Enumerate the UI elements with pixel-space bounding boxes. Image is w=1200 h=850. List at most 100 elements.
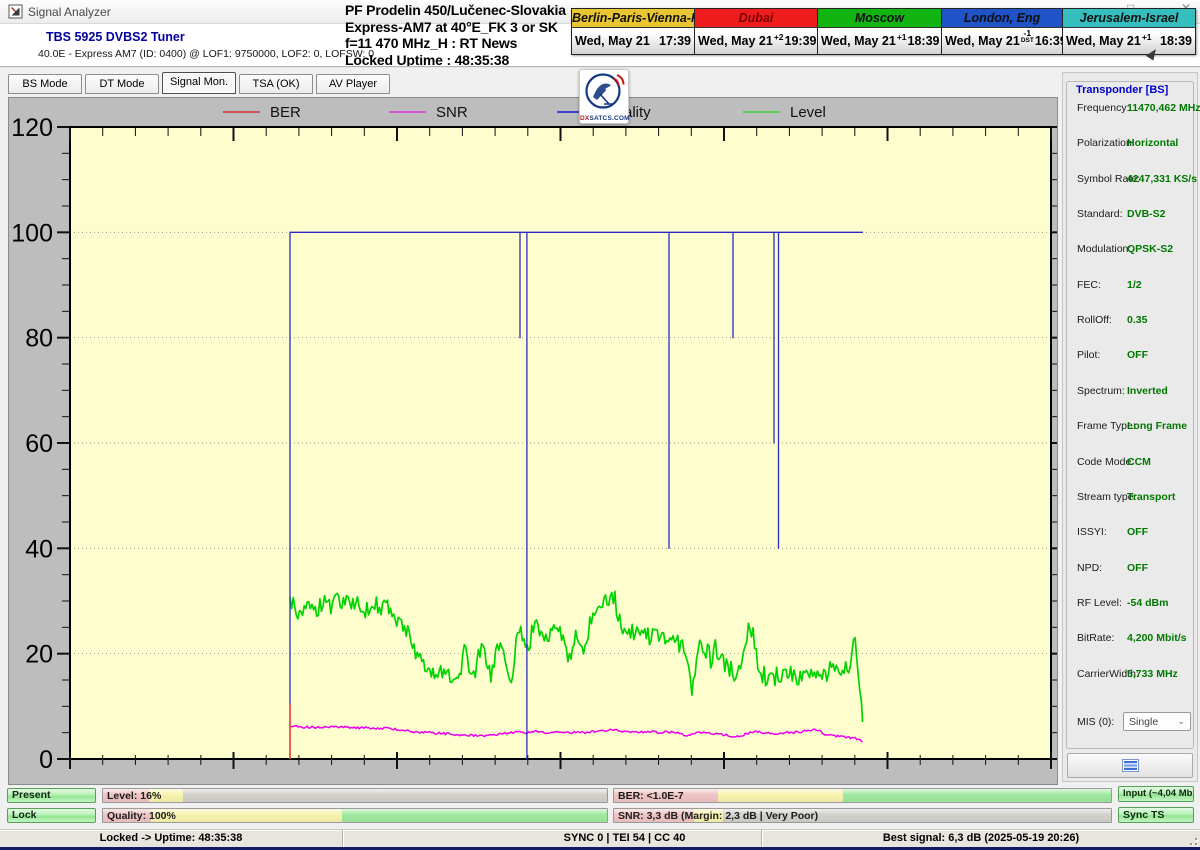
- legend-item-snr: SNR: [389, 103, 468, 121]
- world-clocks: Berlin-Paris-Vienna-RomaWed, May 2117:39…: [571, 8, 1196, 55]
- clock-city-label: Dubai: [695, 9, 817, 28]
- tp-row-label: Pilot:: [1077, 349, 1100, 361]
- tp-row-label: ISSYI:: [1077, 526, 1107, 538]
- input-bitrate-button[interactable]: Input (~4,04 Mbps): [1118, 786, 1194, 802]
- tp-row-value: QPSK-S2: [1127, 243, 1173, 255]
- app-icon: [8, 4, 23, 19]
- tp-row-value: DVB-S2: [1127, 208, 1166, 220]
- svg-text:80: 80: [25, 325, 53, 353]
- tp-row-value: Horizontal: [1127, 137, 1178, 149]
- logo-text: DXSATCS.COM: [580, 115, 628, 122]
- lock-indicator-button[interactable]: Lock: [7, 808, 96, 823]
- clock-berlin-paris-vienna-roma: Berlin-Paris-Vienna-RomaWed, May 2117:39: [572, 9, 694, 54]
- tuner-title: TBS 5925 DVBS2 Tuner: [46, 30, 185, 44]
- level-bar: Level: 16%: [102, 788, 608, 803]
- ber-bar-label: BER: <1.0E-7: [618, 789, 684, 803]
- clock-utc-offset: +1: [1142, 33, 1152, 41]
- signal-chart-panel: 020406080100120 BERSNRQualityLevel: [8, 97, 1058, 785]
- snr-bar-label: SNR: 3,3 dB (Margin: 2,3 dB | Very Poor): [618, 809, 818, 823]
- clock-utc-offset: -1DST: [1021, 29, 1034, 45]
- clock-city-label: London, Eng: [942, 9, 1062, 28]
- clock-utc-offset: +2: [774, 33, 784, 41]
- tp-row-label: Frequency:: [1077, 102, 1130, 114]
- clock-date: Wed, May 21: [575, 34, 650, 48]
- tp-row-value: 0.35: [1127, 314, 1147, 326]
- tp-row-label: BitRate:: [1077, 632, 1114, 644]
- svg-text:0: 0: [39, 746, 53, 774]
- tp-row-label: RF Level:: [1077, 597, 1122, 609]
- statusbar-cell-1: SYNC 0 | TEI 54 | CC 40: [343, 830, 762, 847]
- tp-row-label: Spectrum:: [1077, 385, 1125, 397]
- quality-bar-label: Quality: 100%: [107, 809, 176, 823]
- tp-row-label: NPD:: [1077, 562, 1102, 574]
- transponder-fieldset: Transponder [BS] Frequency:11470,462 MHz…: [1066, 81, 1194, 749]
- clock-time-row: Wed, May 21+1 18:39: [1063, 28, 1195, 54]
- clock-time-value: 18:39: [1160, 34, 1192, 48]
- legend-label: SNR: [436, 104, 468, 121]
- clock-time-value: 19:39: [785, 34, 817, 48]
- clock-london-eng: London, EngWed, May 21-1DST16:39:06: [941, 9, 1062, 54]
- dxsatcs-logo: DXSATCS.COM: [579, 69, 629, 124]
- tp-row-label: Standard:: [1077, 208, 1123, 220]
- level-bar-label: Level: 16%: [107, 789, 161, 803]
- svg-text:60: 60: [25, 430, 53, 458]
- present-indicator-button[interactable]: Present: [7, 788, 96, 803]
- tab-bs-mode[interactable]: BS Mode: [8, 74, 82, 94]
- tab-av-player[interactable]: AV Player: [316, 74, 390, 94]
- ber-bar: BER: <1.0E-7: [613, 788, 1112, 803]
- legend-swatch-level: [743, 111, 780, 113]
- clock-date: Wed, May 21: [1066, 34, 1141, 48]
- tab-signal-mon-[interactable]: Signal Mon.: [162, 72, 236, 94]
- tp-row-value: OFF: [1127, 562, 1148, 574]
- quality-bar-segment: [342, 809, 607, 822]
- ber-bar-segment: [843, 789, 1111, 802]
- tp-row-label: FEC:: [1077, 279, 1101, 291]
- tp-row-value: 5,733 MHz: [1127, 668, 1178, 680]
- tp-row-label: Modulation:: [1077, 243, 1131, 255]
- svg-text:40: 40: [25, 535, 53, 563]
- tp-row-label: Code Mode:: [1077, 456, 1134, 468]
- clock-time-row: Wed, May 21+118:39: [818, 28, 941, 54]
- stream-capture-button[interactable]: [1067, 753, 1193, 778]
- clock-utc-offset: +1: [897, 33, 907, 41]
- clock-time-value: 17:39: [659, 34, 691, 48]
- resize-grip[interactable]: [1185, 833, 1197, 845]
- legend-item-ber: BER: [223, 103, 301, 121]
- clock-jerusalem-israel: Jerusalem-Israel Wed, May 21+1 18:39: [1062, 9, 1195, 54]
- tp-row-value: OFF: [1127, 526, 1148, 538]
- tp-row-value: Transport: [1127, 491, 1175, 503]
- mis-dropdown[interactable]: Single⌄: [1123, 712, 1191, 731]
- sync-ts-button[interactable]: Sync TS: [1118, 807, 1194, 823]
- tp-row-value: 1/2: [1127, 279, 1142, 291]
- header-divider: [0, 66, 1200, 68]
- tab-tsa-ok-[interactable]: TSA (OK): [239, 74, 313, 94]
- clock-time-row: Wed, May 21 17:39: [572, 28, 694, 54]
- ber-bar-segment: [718, 789, 842, 802]
- tab-dt-mode[interactable]: DT Mode: [85, 74, 159, 94]
- transponder-panel: Transponder [BS] Frequency:11470,462 MHz…: [1062, 72, 1198, 782]
- clock-dst-label: DST: [1021, 37, 1034, 45]
- tp-row-value: -54 dBm: [1127, 597, 1168, 609]
- clock-city-label: Moscow: [818, 9, 941, 28]
- legend-swatch-ber: [223, 111, 260, 113]
- tp-row-value: OFF: [1127, 349, 1148, 361]
- clock-city-label: Jerusalem-Israel: [1063, 9, 1195, 28]
- chevron-down-icon: ⌄: [1177, 716, 1185, 727]
- statusbar-cell-0: Locked -> Uptime: 48:35:38: [0, 830, 343, 847]
- svg-text:100: 100: [11, 219, 53, 247]
- clock-date: Wed, May 21: [945, 34, 1020, 48]
- statusbar-cell-2: Best signal: 6,3 dB (2025-05-19 20:26): [762, 830, 1200, 847]
- clock-date: Wed, May 21: [821, 34, 896, 48]
- mis-label: MIS (0):: [1077, 716, 1114, 728]
- tp-row-label: RollOff:: [1077, 314, 1112, 326]
- stream-icon: [1122, 759, 1139, 772]
- tp-row-value: Long Frame: [1127, 420, 1187, 432]
- clock-time-row: Wed, May 21+219:39: [695, 28, 817, 54]
- signal-history-chart: 020406080100120: [9, 98, 1057, 784]
- legend-label: Level: [790, 104, 826, 121]
- level-bar-segment: [183, 789, 607, 802]
- antenna-info-line: PF Prodelin 450/Lučenec-Slovakia: [345, 2, 566, 19]
- clock-dubai: DubaiWed, May 21+219:39: [694, 9, 817, 54]
- tp-row-value: 4247,331 KS/s: [1127, 173, 1197, 185]
- tp-row-value: Inverted: [1127, 385, 1168, 397]
